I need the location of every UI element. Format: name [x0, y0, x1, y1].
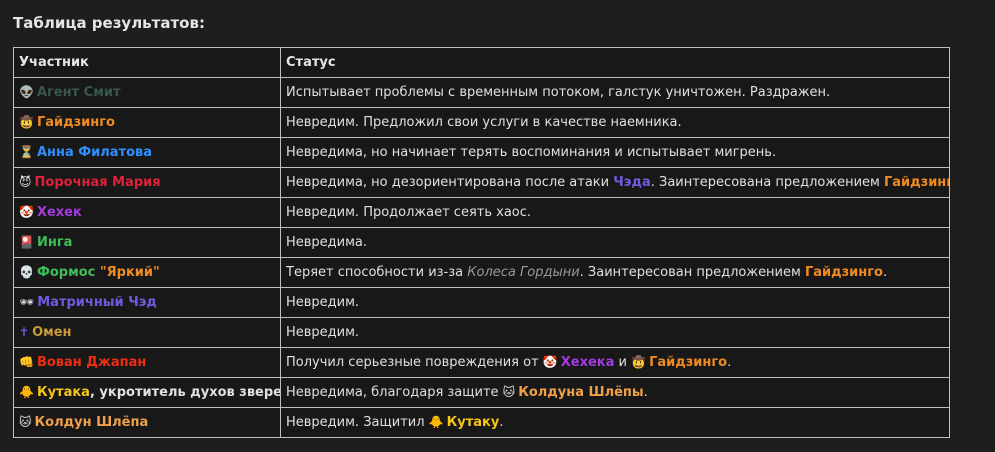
mention-shlepa: Колдуна Шлёпы: [518, 385, 644, 400]
table-row: ⏳ Анна Филатова Невредима, но начинает те…: [13, 137, 950, 168]
status-text: Теряет способности из-за: [286, 265, 468, 280]
participant-cell: 👊 Вован Джапан: [13, 347, 281, 378]
participant-cell: 🤠 Гайдзинго: [13, 107, 281, 138]
status-cell: Невредима.: [280, 227, 950, 258]
table-row: 🐥 Кутака, укротитель духов зверей Невреди…: [13, 377, 950, 408]
status-cell: Невредим. Продолжает сеять хаос.: [280, 197, 950, 228]
table-row: 😈 Порочная Мария Невредима, но дезориенти…: [13, 167, 950, 198]
participant-name: Гайдзинго: [36, 115, 115, 130]
cat-icon: 🐱: [502, 385, 516, 399]
mention-wheel: Колеса Гордыни: [467, 265, 580, 280]
table-row: ✝ Омен Невредим.: [13, 317, 950, 348]
status-text: . Заинтересована предложением: [650, 175, 884, 190]
status-text: .: [727, 355, 732, 370]
participant-cell: ✝ Омен: [13, 317, 281, 348]
mention-chad: Чэда: [613, 175, 651, 190]
fist-icon: 👊: [19, 355, 34, 369]
cowboy-icon: 🤠: [631, 355, 647, 369]
mention-gaidzingo: Гайдзинго: [649, 355, 728, 370]
participant-cell: 🐥 Кутака, укротитель духов зверей: [13, 377, 281, 408]
table-row: 🐱 Колдун Шлёпа Невредим. Защитил 🐥 Кутаку.: [13, 407, 950, 438]
participant-name: Вован Джапан: [36, 355, 147, 370]
mention-gaidzingo: Гайдзинго: [883, 175, 949, 190]
clown-icon: 🤡: [542, 355, 558, 369]
status-text: . Заинтересован предложением: [579, 265, 805, 280]
mention-hehek: Хехека: [560, 355, 615, 370]
table-row: 👊 Вован Джапан Получил серьезные поврежде…: [13, 347, 950, 378]
devil-icon: 😈: [19, 175, 32, 189]
status-cell: Испытывает проблемы с временным потоком,…: [280, 77, 950, 108]
participant-name: Инга: [36, 235, 73, 250]
participant-cell: 🕶 Матричный Чэд: [13, 287, 281, 318]
participant-name: Анна Филатова: [36, 145, 153, 160]
mention-gaidzingo: Гайдзинго: [804, 265, 883, 280]
status-text: и: [614, 355, 632, 370]
status-cell: Невредим.: [280, 317, 950, 348]
table-row: 💀 Формос "Яркий" Теряет способности из-за…: [13, 257, 950, 288]
participant-cell: 👽 Агент Смит: [13, 77, 281, 108]
participant-name: Матричный Чэд: [37, 295, 157, 310]
alien-icon: 👽: [19, 85, 34, 99]
status-cell: Невредима, благодаря защите 🐱 Колдуна Шлё…: [280, 377, 950, 408]
skull-icon: 💀: [19, 265, 34, 279]
participant-cell: 🤡 Хехек: [13, 197, 281, 228]
participant-name: Кутака: [36, 385, 90, 400]
participant-cell: 😈 Порочная Мария: [13, 167, 281, 198]
participant-name: Порочная Мария: [34, 175, 161, 190]
status-text: Получил серьезные повреждения от: [286, 355, 543, 370]
chick-icon: 🐥: [19, 385, 34, 399]
clown-icon: 🤡: [19, 205, 34, 219]
status-text: .: [643, 385, 648, 400]
status-cell: Невредим. Предложил свои услуги в качест…: [280, 107, 950, 138]
table-row: 👽 Агент Смит Испытывает проблемы с времен…: [13, 77, 950, 108]
table-header-row: Участник Статус: [13, 47, 950, 78]
participant-name: Колдун Шлёпа: [34, 415, 149, 430]
sunglasses-icon: 🕶: [19, 295, 35, 309]
results-table: Участник Статус 👽 Агент Смит Испытывает п…: [13, 47, 950, 438]
participant-title: , укротитель духов зверей: [89, 385, 281, 400]
status-cell: Получил серьезные повреждения от 🤡 Хехека…: [280, 347, 950, 378]
cat-icon: 🐱: [19, 415, 32, 429]
status-text: Невредим. Защитил: [286, 415, 429, 430]
hourglass-icon: ⏳: [19, 145, 34, 159]
page-title: Таблица результатов:: [13, 14, 205, 32]
cross-icon: ✝: [19, 325, 30, 339]
participant-cell: 💀 Формос "Яркий": [13, 257, 281, 288]
table-row: 🤡 Хехек Невредим. Продолжает сеять хаос.: [13, 197, 950, 228]
status-cell: Невредим.: [280, 287, 950, 318]
participant-name: Агент Смит: [36, 85, 121, 100]
status-cell: Невредим. Защитил 🐥 Кутаку.: [280, 407, 950, 438]
participant-cell: 🎴 Инга: [13, 227, 281, 258]
status-cell: Невредима, но начинает терять воспоминан…: [280, 137, 950, 168]
status-text: Невредима, но дезориентирована после ата…: [286, 175, 614, 190]
table-row: 🎴 Инга Невредима.: [13, 227, 950, 258]
status-text: Невредима, благодаря защите: [286, 385, 503, 400]
participant-name: Хехек: [36, 205, 82, 220]
chick-icon: 🐥: [428, 415, 444, 429]
card-icon: 🎴: [19, 235, 34, 249]
participant-cell: ⏳ Анна Филатова: [13, 137, 281, 168]
cowboy-icon: 🤠: [19, 115, 34, 129]
header-participant: Участник: [13, 47, 281, 78]
table-row: 🤠 Гайдзинго Невредим. Предложил свои услу…: [13, 107, 950, 138]
participant-name: Формос: [36, 265, 100, 280]
header-status: Статус: [280, 47, 950, 78]
participant-cell: 🐱 Колдун Шлёпа: [13, 407, 281, 438]
status-cell: Теряет способности из-за Колеса Гордыни.…: [280, 257, 950, 288]
status-cell: Невредима, но дезориентирована после ата…: [280, 167, 950, 198]
participant-name: Омен: [32, 325, 72, 340]
status-text: .: [883, 265, 888, 280]
table-row: 🕶 Матричный Чэд Невредим.: [13, 287, 950, 318]
status-text: .: [499, 415, 504, 430]
mention-kutaka: Кутаку: [446, 415, 500, 430]
participant-nickname: "Яркий": [99, 265, 160, 280]
